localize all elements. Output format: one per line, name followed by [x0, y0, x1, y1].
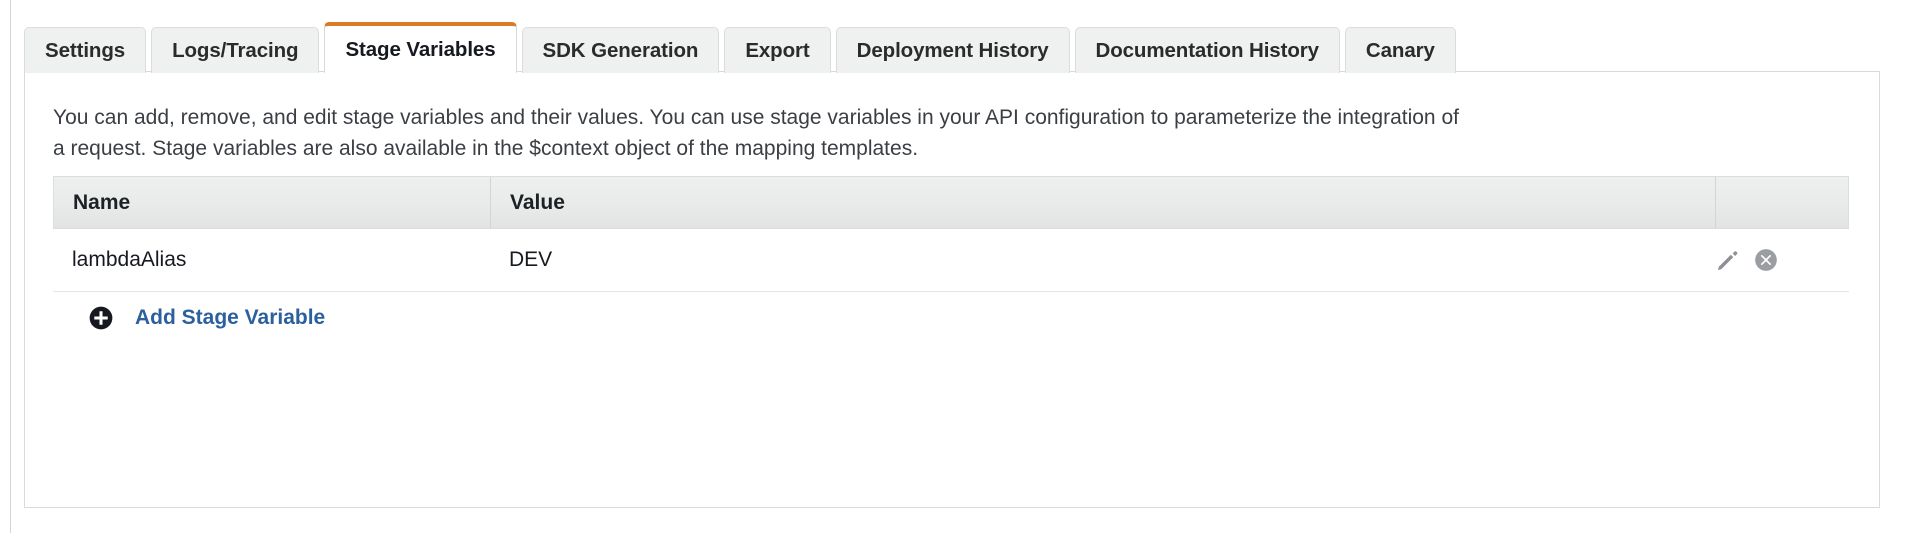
table-header-row: Name Value	[53, 176, 1849, 229]
tab-label: Settings	[45, 38, 126, 62]
pencil-icon[interactable]	[1715, 247, 1741, 273]
delete-circle-icon[interactable]	[1753, 247, 1779, 273]
table-row: lambdaAlias DEV	[53, 229, 1849, 292]
stage-variables-panel-root: Settings Logs/Tracing Stage Variables SD…	[0, 0, 1920, 533]
tab-settings[interactable]: Settings	[24, 27, 147, 73]
column-header-name: Name	[54, 177, 491, 228]
plus-circle-icon	[88, 305, 114, 331]
add-stage-variable-button[interactable]: Add Stage Variable	[88, 305, 325, 331]
stage-variables-table: Name Value lambdaAlias DEV	[53, 176, 1849, 292]
tab-content-panel: You can add, remove, and edit stage vari…	[24, 71, 1880, 508]
tab-stage-variables[interactable]: Stage Variables	[324, 22, 517, 73]
variable-value-text: DEV	[509, 248, 553, 271]
tab-label: SDK Generation	[542, 38, 699, 62]
column-header-label: Name	[73, 190, 131, 214]
tab-logs-tracing[interactable]: Logs/Tracing	[151, 27, 320, 73]
cell-row-actions	[1715, 247, 1847, 273]
tab-strip: Settings Logs/Tracing Stage Variables SD…	[24, 22, 1880, 73]
tab-label: Deployment History	[856, 38, 1049, 62]
tab-label: Export	[745, 38, 810, 62]
tab-sdk-generation[interactable]: SDK Generation	[521, 27, 720, 73]
panel-description: You can add, remove, and edit stage vari…	[53, 106, 1459, 160]
variable-name-text: lambdaAlias	[72, 248, 187, 271]
column-header-label: Value	[510, 190, 565, 214]
tab-label: Stage Variables	[345, 37, 496, 61]
cell-variable-value: DEV	[490, 248, 1715, 272]
tab-documentation-history[interactable]: Documentation History	[1074, 27, 1340, 73]
cell-variable-name: lambdaAlias	[53, 248, 490, 272]
column-header-value: Value	[491, 177, 1716, 228]
tab-deployment-history[interactable]: Deployment History	[835, 27, 1070, 73]
add-stage-variable-label: Add Stage Variable	[135, 306, 326, 329]
tab-export[interactable]: Export	[724, 27, 831, 73]
tab-label: Canary	[1365, 38, 1435, 62]
outer-rail-divider	[10, 0, 11, 533]
tab-label: Logs/Tracing	[172, 38, 299, 62]
tab-label: Documentation History	[1095, 38, 1320, 62]
tab-canary[interactable]: Canary	[1344, 27, 1456, 73]
column-header-actions	[1716, 177, 1848, 228]
